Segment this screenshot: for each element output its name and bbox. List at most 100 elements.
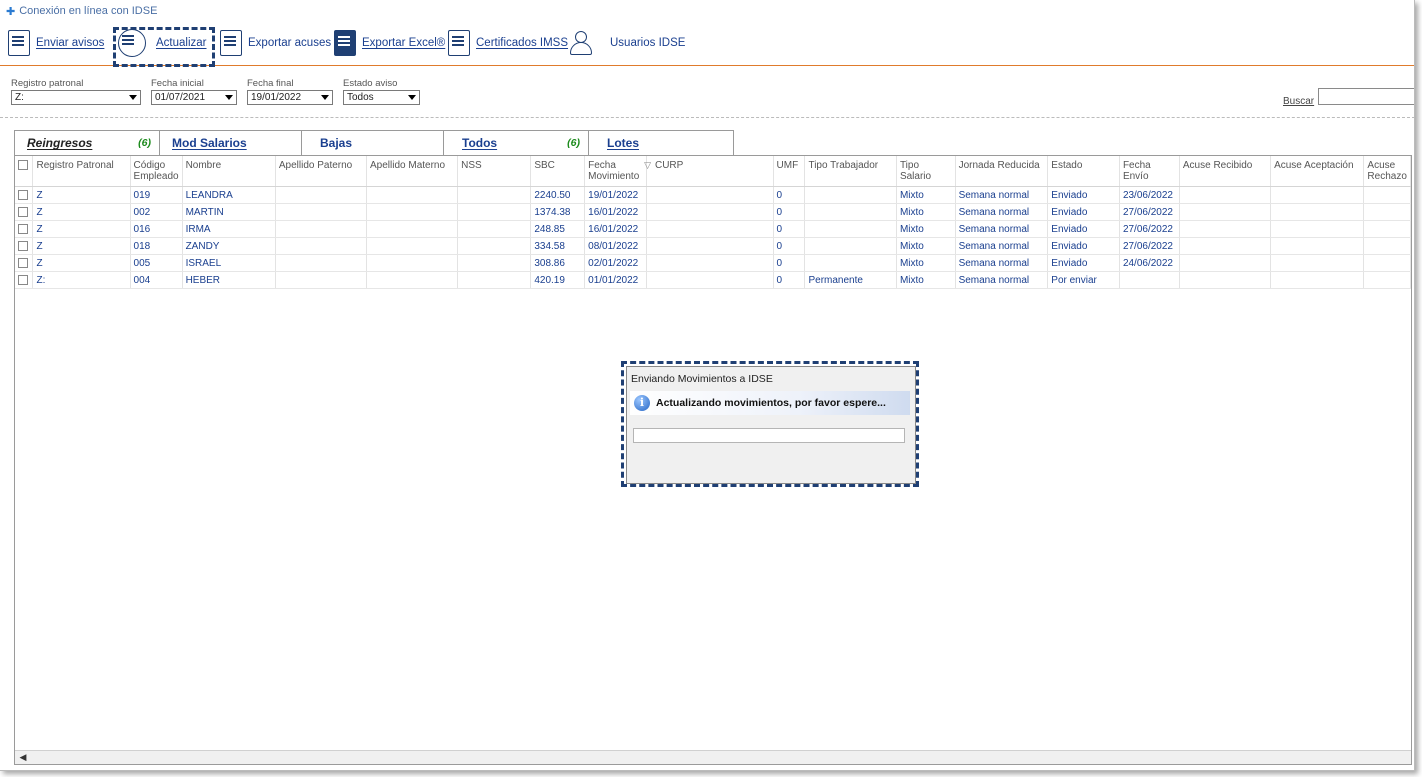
estado-aviso-select[interactable]: Todos: [343, 90, 420, 105]
table-cell: [366, 220, 459, 238]
table-cell: Z:: [32, 271, 131, 289]
table-cell: [457, 203, 532, 221]
col-header[interactable]: Apellido Paterno: [275, 156, 368, 187]
table-cell: [646, 254, 774, 272]
table-cell: [804, 203, 897, 221]
estado-aviso-label: Estado aviso: [343, 78, 398, 89]
tab-reingresos[interactable]: Reingresos (6): [14, 130, 160, 155]
row-select-cell[interactable]: [15, 237, 34, 255]
fecha-final-picker[interactable]: 19/01/2022: [247, 90, 333, 105]
col-header-label: Fecha Movimiento: [588, 160, 640, 182]
scroll-left-icon[interactable]: ◀: [17, 752, 29, 763]
table-cell: [366, 186, 459, 204]
col-header[interactable]: Registro Patronal: [32, 156, 131, 187]
row-checkbox[interactable]: [18, 240, 28, 251]
table-cell: Por enviar: [1047, 271, 1120, 289]
table-cell: Permanente: [804, 271, 897, 289]
row-select-cell[interactable]: [15, 203, 34, 221]
col-header-sorted[interactable]: Fecha Movimiento: [584, 156, 648, 187]
export-receipts-label: Exportar acuses: [248, 37, 332, 49]
horizontal-scrollbar[interactable]: ◀: [15, 750, 1411, 764]
idse-users-button[interactable]: Usuarios IDSE: [568, 26, 685, 60]
row-select-cell[interactable]: [15, 220, 34, 238]
col-header[interactable]: SBC: [530, 156, 586, 187]
col-header[interactable]: Acuse Recibido: [1179, 156, 1272, 187]
send-notices-button[interactable]: Enviar avisos: [8, 26, 104, 60]
tab-todos[interactable]: Todos (6): [444, 130, 589, 155]
row-checkbox[interactable]: [18, 206, 28, 217]
row-select-cell[interactable]: [15, 271, 34, 289]
chevron-down-icon: [408, 95, 416, 100]
fecha-inicial-picker[interactable]: 01/07/2021: [151, 90, 237, 105]
info-icon: i: [634, 395, 650, 411]
table-cell: 08/01/2022: [584, 237, 648, 255]
table-cell: 1374.38: [530, 203, 586, 221]
table-cell: [804, 186, 897, 204]
table-row[interactable]: Z 019 LEANDRA 2240.50 19/01/2022 0 Mixto Semana…: [15, 186, 1411, 204]
export-receipts-button[interactable]: Exportar acuses: [220, 26, 331, 60]
col-header[interactable]: Nombre: [182, 156, 276, 187]
table-header-row: Registro Patronal Código Empleado Nombre…: [15, 156, 1411, 187]
col-header[interactable]: Apellido Materno: [366, 156, 459, 187]
certificates-button[interactable]: Certificados IMSS: [448, 26, 568, 60]
search-input[interactable]: [1318, 88, 1414, 105]
col-header[interactable]: ▽ CURP: [644, 156, 774, 187]
table-cell: 19/01/2022: [584, 186, 648, 204]
table-cell: Semana normal: [955, 203, 1049, 221]
table-cell: [457, 186, 532, 204]
fecha-final-label: Fecha final: [247, 78, 294, 89]
row-checkbox[interactable]: [18, 274, 28, 285]
table-cell: Z: [32, 220, 131, 238]
select-all-checkbox[interactable]: [18, 160, 28, 171]
table-cell: [1363, 254, 1411, 272]
select-all-cell[interactable]: [15, 156, 34, 187]
table-cell: Semana normal: [955, 186, 1049, 204]
table-cell: Mixto: [896, 254, 956, 272]
row-select-cell[interactable]: [15, 254, 34, 272]
table-row[interactable]: Z 018 ZANDY 334.58 08/01/2022 0 Mixto Semana no…: [15, 237, 1411, 255]
excel-export-icon: [334, 30, 356, 56]
registro-patronal-select[interactable]: Z:: [11, 90, 141, 105]
send-document-icon: [8, 30, 30, 56]
tab-lotes[interactable]: Lotes: [589, 130, 734, 155]
table-row[interactable]: Z 005 ISRAEL 308.86 02/01/2022 0 Mixto Semana n…: [15, 254, 1411, 272]
table-cell: [366, 237, 459, 255]
dialog-title: Enviando Movimientos a IDSE: [631, 373, 773, 385]
table-cell: 02/01/2022: [584, 254, 648, 272]
table-cell: [275, 203, 368, 221]
table-cell: HEBER: [182, 271, 276, 289]
table-row[interactable]: Z: 004 HEBER 420.19 01/01/2022 0 Permanente Mix…: [15, 271, 1411, 289]
table-cell: LEANDRA: [182, 186, 276, 204]
col-header[interactable]: Fecha Envío: [1119, 156, 1180, 187]
col-header[interactable]: UMF: [773, 156, 806, 187]
col-header[interactable]: Estado: [1047, 156, 1120, 187]
tab-bajas[interactable]: Bajas: [302, 130, 444, 155]
table-cell: Mixto: [896, 203, 956, 221]
row-checkbox[interactable]: [18, 189, 28, 200]
col-header[interactable]: Acuse Rechazo: [1363, 156, 1411, 187]
table-cell: 2240.50: [530, 186, 586, 204]
table-cell: 0: [773, 254, 806, 272]
tab-mod-salarios[interactable]: Mod Salarios: [160, 130, 302, 155]
table-cell: 27/06/2022: [1119, 203, 1180, 221]
row-select-cell[interactable]: [15, 186, 34, 204]
tab-lotes-label: Lotes: [607, 136, 640, 150]
col-header[interactable]: NSS: [457, 156, 532, 187]
col-header[interactable]: Código Empleado: [130, 156, 183, 187]
col-header[interactable]: Jornada Reducida: [955, 156, 1049, 187]
export-excel-button[interactable]: Exportar Excel®: [334, 26, 445, 60]
row-checkbox[interactable]: [18, 257, 28, 268]
table-row[interactable]: Z 002 MARTIN 1374.38 16/01/2022 0 Mixto Semana …: [15, 203, 1411, 221]
table-cell: Mixto: [896, 237, 956, 255]
table-row[interactable]: Z 016 IRMA 248.85 16/01/2022 0 Mixto Semana nor…: [15, 220, 1411, 238]
col-header[interactable]: Acuse Aceptación: [1270, 156, 1365, 187]
movements-table: Registro Patronal Código Empleado Nombre…: [15, 156, 1411, 289]
col-header[interactable]: Tipo Salario: [896, 156, 956, 187]
user-icon: [568, 30, 594, 56]
table-cell: Semana normal: [955, 220, 1049, 238]
row-checkbox[interactable]: [18, 223, 28, 234]
table-cell: Semana normal: [955, 271, 1049, 289]
table-cell: [1270, 271, 1365, 289]
table-cell: 005: [130, 254, 183, 272]
col-header[interactable]: Tipo Trabajador: [804, 156, 897, 187]
